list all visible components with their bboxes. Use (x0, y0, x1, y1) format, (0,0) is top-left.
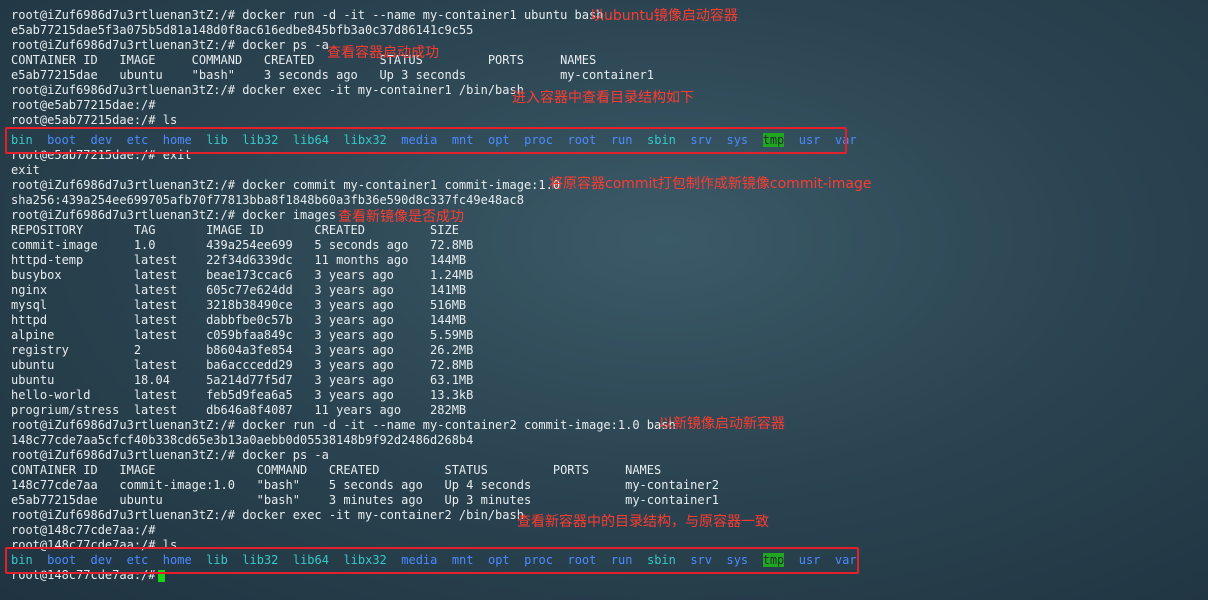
highlight-box (5, 547, 859, 574)
annotation: 查看新容器中的目录结构，与原容器一致 (517, 514, 769, 530)
terminal-line: CONTAINER ID IMAGE COMMAND CREATED STATU… (11, 463, 662, 477)
terminal-line: root@iZuf6986d7u3rtluenan3tZ:/# docker e… (11, 508, 524, 522)
terminal-line: root@148c77cde7aa:/# (11, 523, 156, 537)
annotation: 查看容器启动成功 (327, 45, 439, 61)
terminal-line: root@iZuf6986d7u3rtluenan3tZ:/# docker r… (11, 8, 604, 22)
terminal-line: httpd-temp latest 22f34d6339dc 11 months… (11, 253, 467, 267)
terminal-line: exit (11, 163, 40, 177)
annotation: 查看新镜像是否成功 (338, 209, 464, 225)
terminal-line: root@iZuf6986d7u3rtluenan3tZ:/# docker p… (11, 38, 329, 52)
annotation: 进入容器中查看目录结构如下 (512, 90, 694, 106)
terminal-line: root@e5ab77215dae:/# ls (11, 113, 178, 127)
highlight-box (5, 127, 847, 154)
terminal-line: mysql latest 3218b38490ce 3 years ago 51… (11, 298, 467, 312)
terminal-line: e5ab77215dae ubuntu "bash" 3 minutes ago… (11, 493, 720, 507)
terminal-window[interactable]: root@iZuf6986d7u3rtluenan3tZ:/# docker r… (0, 0, 1208, 600)
terminal-line: commit-image 1.0 439a254ee699 5 seconds … (11, 238, 474, 252)
terminal-line: nginx latest 605c77e624dd 3 years ago 14… (11, 283, 467, 297)
terminal-line: root@iZuf6986d7u3rtluenan3tZ:/# docker p… (11, 448, 329, 462)
terminal-line: sha256:439a254ee699705afb70f77813bba8f18… (11, 193, 524, 207)
terminal-line: ubuntu latest ba6acccedd29 3 years ago 7… (11, 358, 474, 372)
terminal-line: busybox latest beae173ccac6 3 years ago … (11, 268, 474, 282)
terminal-line: root@iZuf6986d7u3rtluenan3tZ:/# docker c… (11, 178, 561, 192)
terminal-line: hello-world latest feb5d9fea6a5 3 years … (11, 388, 474, 402)
terminal-line: root@iZuf6986d7u3rtluenan3tZ:/# docker r… (11, 418, 676, 432)
annotation: 以ubuntu镜像启动容器 (590, 8, 738, 24)
terminal-line: 148c77cde7aa commit-image:1.0 "bash" 5 s… (11, 478, 720, 492)
terminal-line: progrium/stress latest db646a8f4087 11 y… (11, 403, 467, 417)
terminal-line: ubuntu 18.04 5a214d77f5d7 3 years ago 63… (11, 373, 474, 387)
terminal-line: registry 2 b8604a3fe854 3 years ago 26.2… (11, 343, 474, 357)
terminal-line: root@iZuf6986d7u3rtluenan3tZ:/# docker e… (11, 83, 524, 97)
terminal-line: CONTAINER ID IMAGE COMMAND CREATED STATU… (11, 53, 597, 67)
terminal-line: 148c77cde7aa5cfcf40b338cd65e3b13a0aebb0d… (11, 433, 474, 447)
terminal-line: root@e5ab77215dae:/# (11, 98, 156, 112)
terminal-line: e5ab77215dae5f3a075b5d81a148d0f8ac616edb… (11, 23, 474, 37)
terminal-line: root@iZuf6986d7u3rtluenan3tZ:/# docker i… (11, 208, 337, 222)
terminal-line: e5ab77215dae ubuntu "bash" 3 seconds ago… (11, 68, 654, 82)
terminal-line: httpd latest dabbfbe0c57b 3 years ago 14… (11, 313, 467, 327)
annotation: 将原容器commit打包制作成新镜像commit-image (549, 176, 872, 192)
annotation: 以新镜像启动新容器 (659, 416, 785, 432)
terminal-line: alpine latest c059bfaa849c 3 years ago 5… (11, 328, 474, 342)
